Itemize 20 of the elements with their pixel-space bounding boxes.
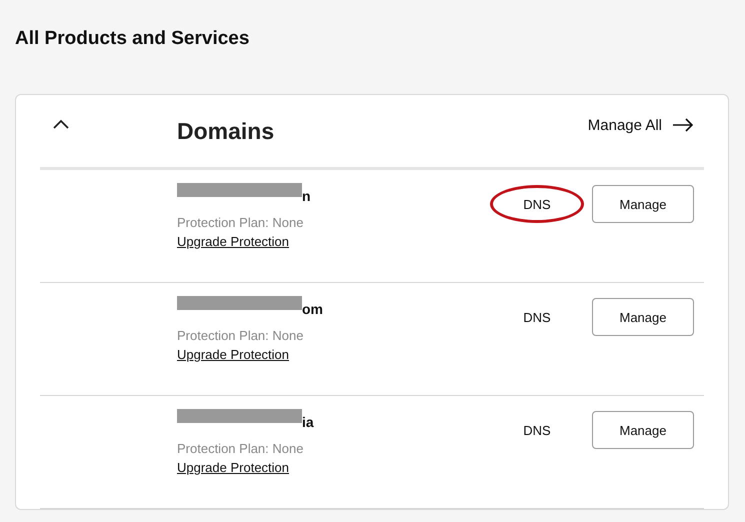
domain-name: ia bbox=[302, 414, 314, 430]
domain-name: n bbox=[302, 188, 311, 204]
protection-plan-text: Protection Plan: None bbox=[177, 328, 304, 343]
dns-link[interactable]: DNS bbox=[523, 196, 551, 212]
upgrade-protection-link[interactable]: Upgrade Protection bbox=[177, 460, 314, 475]
protection-plan-text: Protection Plan: None bbox=[177, 441, 304, 456]
domain-name: om bbox=[302, 301, 323, 317]
arrow-right-icon bbox=[672, 118, 694, 132]
dns-link[interactable]: DNS bbox=[523, 422, 551, 438]
manage-all-link[interactable]: Manage All bbox=[588, 116, 694, 134]
manage-button[interactable]: Manage bbox=[592, 185, 694, 223]
section-title: Domains bbox=[177, 118, 274, 144]
manage-button[interactable]: Manage bbox=[592, 298, 694, 336]
chevron-icon[interactable] bbox=[53, 119, 69, 129]
upgrade-protection-link[interactable]: Upgrade Protection bbox=[177, 347, 323, 362]
protection-plan-text: Protection Plan: None bbox=[177, 215, 304, 230]
upgrade-protection-link[interactable]: Upgrade Protection bbox=[177, 234, 311, 249]
manage-button[interactable]: Manage bbox=[592, 411, 694, 449]
dns-link[interactable]: DNS bbox=[523, 310, 551, 324]
page-title: All Products and Services bbox=[15, 28, 250, 50]
